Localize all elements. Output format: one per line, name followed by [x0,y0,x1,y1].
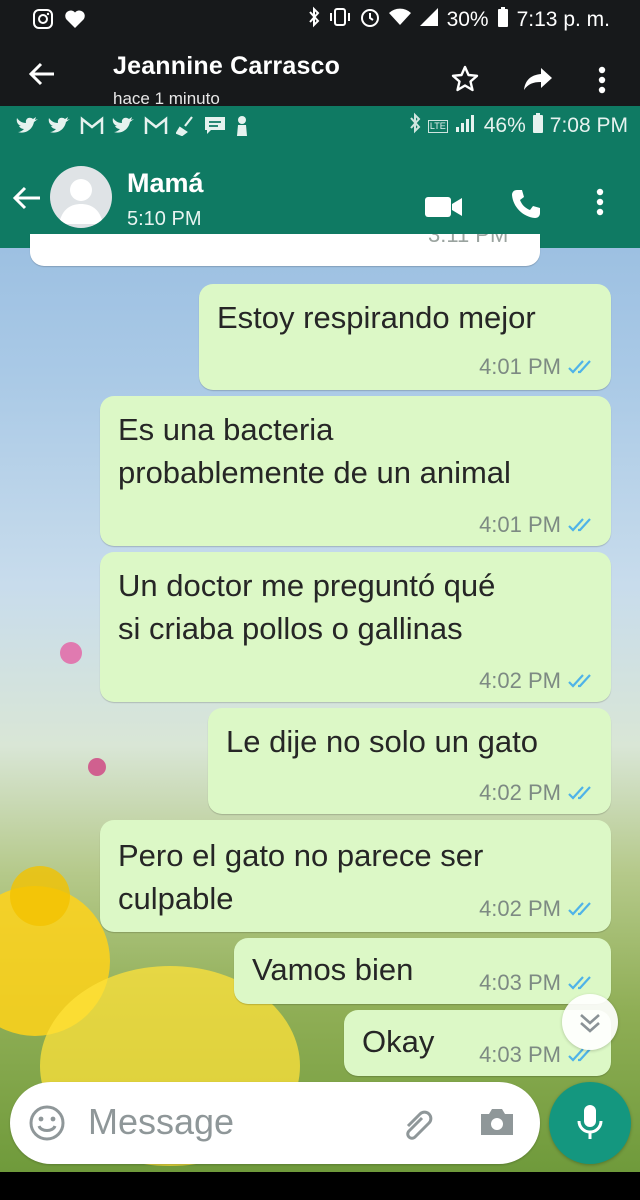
battery-percent: 30% [446,8,489,31]
message-bubble[interactable]: Le dije no solo un gato 4:02 PM [208,708,611,814]
battery-icon [497,6,509,34]
signal-icon [419,7,439,33]
more-vert-icon[interactable] [598,66,606,99]
instagram-icon [32,8,54,35]
double-check-icon [568,902,591,916]
flower-decoration [10,866,70,926]
message-bubble[interactable]: Es una bacteria probablemente de un anim… [100,396,611,546]
twitter-icon [16,116,40,141]
chat-header: Mamá 5:10 PM [0,146,640,248]
message-text: Un doctor me preguntó qué [118,568,496,603]
heart-icon [64,9,86,34]
twitter-icon [112,116,136,141]
message-text: Le dije no solo un gato [226,724,538,759]
twitter-icon [48,116,72,141]
double-check-icon [568,360,591,374]
avatar[interactable] [50,166,112,228]
message-bubble[interactable]: Un doctor me preguntó qué si criaba poll… [100,552,611,702]
message-text: Estoy respirando mejor [217,300,536,335]
message-text: culpable [118,881,234,916]
flower-decoration [88,758,106,776]
message-time: 4:02 PM [479,780,561,805]
message-meta: 4:02 PM [479,780,597,806]
outer-status-bar: 30% 7:13 p. m. [0,0,640,40]
viewer-app-bar: Jeannine Carrasco hace 1 minuto [0,40,640,108]
battery-percent: 46% [483,114,526,137]
star-icon[interactable] [450,64,480,99]
message-meta: 4:03 PM [479,970,597,996]
message-input[interactable]: Message [88,1101,234,1143]
more-vert-icon[interactable] [596,188,604,221]
mic-button[interactable] [549,1082,631,1164]
message-bubble[interactable]: Vamos bien 4:03 PM [234,938,611,1004]
double-check-icon [568,674,591,688]
message-text: Pero el gato no parece ser [118,838,484,873]
gmail-icon [80,116,104,141]
back-arrow-icon[interactable] [12,186,42,215]
message-time: 4:03 PM [479,1042,561,1067]
back-arrow-icon[interactable] [28,62,56,91]
bottom-strip [0,1172,640,1200]
double-chevron-down-icon [580,1014,600,1033]
broom-icon [175,116,196,141]
message-time: 4:01 PM [479,512,561,537]
double-check-icon [568,518,591,532]
bluetooth-icon [307,6,321,34]
last-seen: 5:10 PM [127,208,202,230]
message-text: Okay [362,1024,435,1059]
chess-icon [234,115,250,142]
partial-message-bubble: 3:11 PM [30,234,540,266]
share-icon[interactable] [522,66,554,97]
message-meta: 4:01 PM [479,512,597,538]
message-text: probablemente de un animal [118,455,511,490]
message-time: 4:02 PM [479,896,561,921]
message-bubble[interactable]: Pero el gato no parece ser culpable 4:02… [100,820,611,932]
camera-icon[interactable] [478,1106,516,1143]
wifi-icon [388,7,412,33]
attach-icon[interactable] [398,1104,438,1149]
clock: 7:13 p. m. [516,8,610,31]
message-meta: 4:02 PM [479,896,597,922]
gmail-icon [144,116,168,141]
shared-screenshot: LTE 46% 7:08 PM Mamá 5:10 PM 3:11 PM Est… [0,106,640,1172]
message-bubble[interactable]: Estoy respirando mejor 4:01 PM [199,284,611,390]
message-meta: 4:02 PM [479,668,597,694]
message-text: Vamos bien [252,952,414,987]
vibrate-icon [328,6,352,34]
lte-icon: LTE [427,119,448,133]
battery-icon [532,112,544,140]
message-icon [204,116,226,141]
message-composer: Message [10,1082,540,1164]
phone-icon[interactable] [510,188,542,225]
message-text: si criaba pollos o gallinas [118,611,463,646]
mic-icon [577,1105,603,1139]
message-time: 3:11 PM [428,234,509,247]
message-meta: 4:01 PM [479,354,597,380]
message-time: 4:01 PM [479,354,561,379]
flower-decoration [60,642,82,664]
message-text: Es una bacteria [118,412,334,447]
alarm-icon [359,6,381,34]
inner-status-bar: LTE 46% 7:08 PM [0,106,640,146]
scroll-to-bottom-button[interactable] [562,994,618,1050]
message-time: 4:03 PM [479,970,561,995]
signal-icon [454,113,478,139]
message-time: 4:02 PM [479,668,561,693]
double-check-icon [568,786,591,800]
viewer-contact-name: Jeannine Carrasco [113,52,341,80]
chat-contact-name[interactable]: Mamá [127,168,204,199]
clock: 7:08 PM [549,114,628,137]
double-check-icon [568,976,591,990]
video-call-icon[interactable] [424,194,464,225]
emoji-icon[interactable] [28,1104,66,1147]
bluetooth-icon [408,112,422,140]
